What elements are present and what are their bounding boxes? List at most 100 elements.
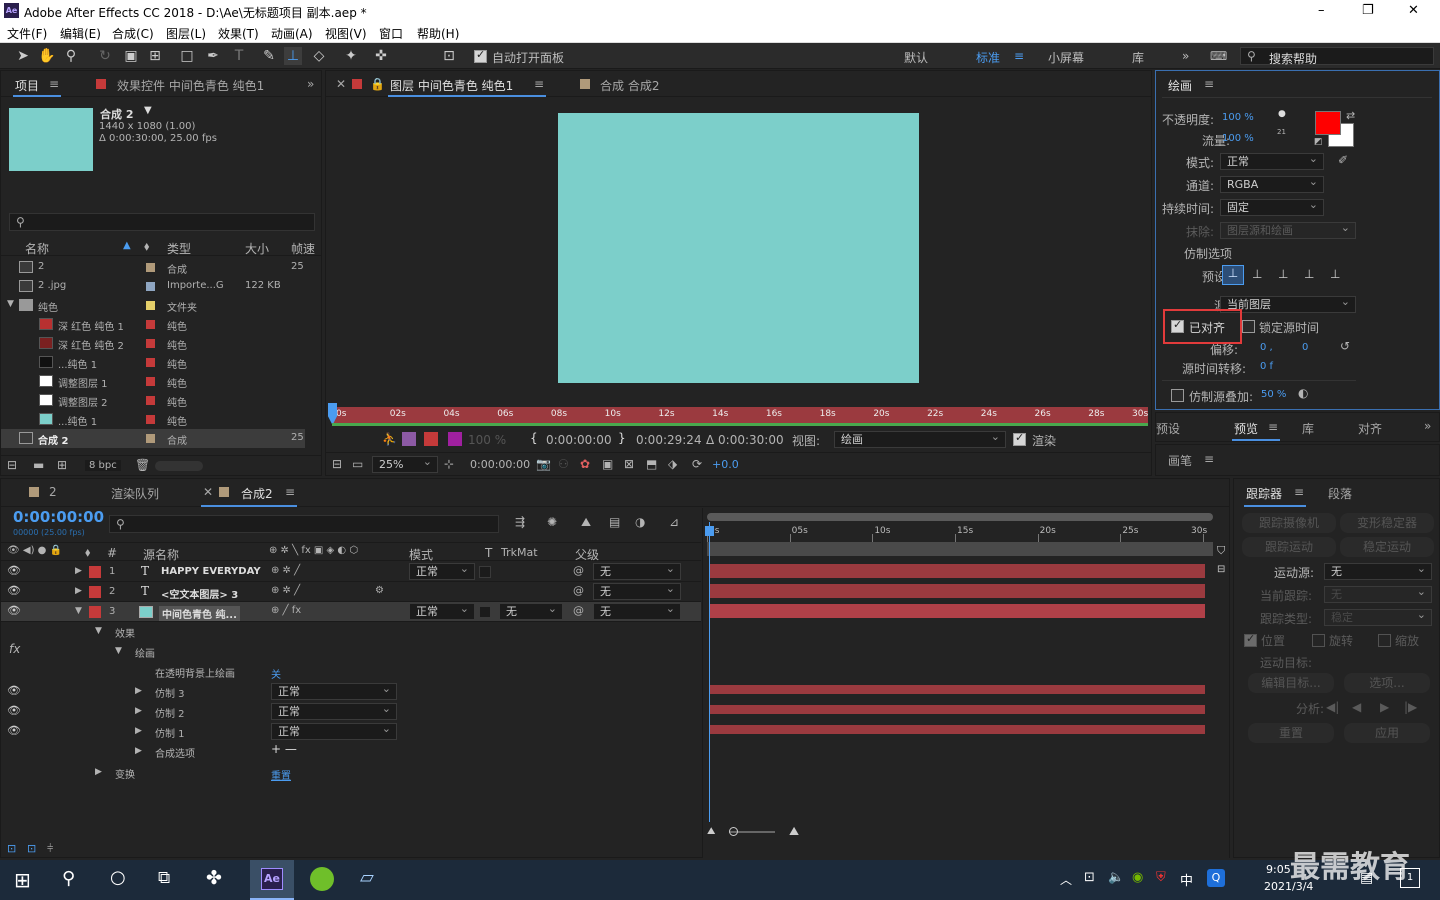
close-button[interactable]: ✕: [1408, 3, 1419, 18]
project-item-row[interactable]: ...纯色 1 纯色: [1, 353, 305, 372]
paint-on-transparent-value[interactable]: 关: [271, 666, 281, 681]
item-label-swatch[interactable]: [146, 301, 155, 310]
eye-icon[interactable]: 👁: [7, 584, 21, 597]
overflow-icon[interactable]: »: [1424, 419, 1431, 433]
layer-3-bar[interactable]: [709, 604, 1205, 618]
item-label-swatch[interactable]: [146, 396, 155, 405]
puppet-tool-icon[interactable]: ✜: [372, 47, 390, 65]
menu-edit[interactable]: 编辑(E): [60, 25, 101, 42]
clone-preset-1-icon[interactable]: ⊥: [1222, 265, 1244, 285]
camera-tool-icon[interactable]: ▣: [122, 47, 140, 65]
tab-effect-controls[interactable]: 效果控件 中间色青色 纯色1: [117, 77, 264, 94]
out-point-icon[interactable]: }: [618, 431, 626, 445]
always-preview-icon[interactable]: ⊟: [332, 457, 342, 471]
menu-window[interactable]: 窗口: [379, 25, 403, 42]
lock-source-time-checkbox[interactable]: [1242, 320, 1255, 333]
tab-comp-viewer[interactable]: 合成 合成2: [600, 77, 659, 94]
parent-dropdown[interactable]: 无: [593, 561, 681, 580]
thumbnail-slider[interactable]: [155, 461, 203, 471]
tab-layer-viewer[interactable]: 图层 中间色青色 纯色1: [390, 77, 513, 94]
selection-tool-icon[interactable]: ➤: [14, 47, 32, 65]
transform-twirl-icon[interactable]: ▶: [95, 767, 102, 777]
clone-2-bar[interactable]: [709, 705, 1205, 714]
fit-icon[interactable]: ⊹: [444, 457, 454, 471]
render-checkbox[interactable]: [1013, 431, 1026, 446]
transparency-grid-icon[interactable]: ⊠: [624, 457, 634, 471]
color-channels-icon[interactable]: ✿: [580, 457, 590, 471]
analyze-back-all-icon[interactable]: ◀|: [1326, 700, 1339, 714]
tab-render-queue[interactable]: 渲染队列: [111, 485, 159, 502]
in-point-timecode[interactable]: 0:00:00:00: [546, 433, 612, 447]
current-timecode[interactable]: 0:00:00:00: [470, 458, 530, 471]
tray-chevron-icon[interactable]: ︿: [1060, 871, 1072, 888]
project-item-row[interactable]: ▼ 纯色 文件夹: [1, 296, 305, 315]
alpha-icon[interactable]: [402, 432, 416, 446]
out-point-timecode[interactable]: 0:00:29:24: [636, 433, 702, 447]
reset-exposure-icon[interactable]: ⟳: [692, 457, 702, 471]
keyframe-nav-icon[interactable]: ⊟: [1217, 564, 1225, 575]
parent-dropdown[interactable]: 无: [593, 581, 681, 600]
new-folder-icon[interactable]: ▬: [33, 458, 44, 472]
hand-tool-icon[interactable]: ✋: [38, 47, 56, 65]
show-snapshot-icon[interactable]: ⚇: [558, 457, 569, 471]
security-shield-icon[interactable]: ⛨: [1156, 870, 1166, 885]
stabilize-motion-button[interactable]: 稳定运动: [1340, 537, 1434, 557]
layer-1-bar[interactable]: [709, 564, 1205, 578]
workspace-default[interactable]: 默认: [904, 49, 928, 66]
notepad-app-icon[interactable]: ▱: [360, 867, 374, 888]
layer-row[interactable]: 👁 ▶ 2 T <空文本图层> 3 ⊕ ✲ ╱ ⚙ @ 无: [1, 581, 701, 602]
pickwhip-icon[interactable]: @: [573, 584, 584, 597]
clone-preset-3-icon[interactable]: ⊥: [1278, 267, 1288, 281]
project-item-row[interactable]: ...纯色 1 纯色: [1, 410, 305, 429]
menu-help[interactable]: 帮助(H): [417, 25, 459, 42]
eraser-tool-icon[interactable]: ◇: [310, 47, 328, 65]
work-area-bar[interactable]: [707, 542, 1213, 556]
pen-tool-icon[interactable]: ✒: [204, 47, 222, 65]
layer-name[interactable]: <空文本图层> 3: [161, 586, 238, 601]
snap-icon[interactable]: ⊡: [440, 47, 458, 65]
clock-time[interactable]: 9:05: [1266, 863, 1291, 876]
col-source-name[interactable]: 源名称: [143, 546, 179, 563]
motion-source-dropdown[interactable]: 无: [1324, 561, 1432, 580]
channel-dropdown[interactable]: RGBA: [1220, 174, 1324, 193]
track-camera-button[interactable]: 跟踪摄像机: [1242, 513, 1336, 533]
item-label-swatch[interactable]: [146, 434, 155, 443]
clone-mode-dropdown[interactable]: 正常: [271, 701, 397, 720]
windows-start-icon[interactable]: ⊞: [14, 868, 31, 892]
draft-3d-icon[interactable]: ✺: [547, 515, 557, 529]
brush-menu-icon[interactable]: ≡: [1204, 452, 1214, 466]
delete-icon[interactable]: 🗑: [135, 458, 150, 472]
brush-tool-icon[interactable]: ✎: [260, 47, 278, 65]
magenta-icon[interactable]: [448, 432, 462, 446]
analyze-back-icon[interactable]: ◀: [1352, 700, 1361, 714]
label-column-icon[interactable]: ⬧: [85, 545, 90, 560]
layer-switches[interactable]: ⊕ ✲ ╱: [271, 565, 300, 576]
in-out-icon[interactable]: ⫩: [47, 842, 53, 856]
preserve-transparency-box[interactable]: [479, 566, 491, 578]
notification-icon[interactable]: ▤: [1360, 870, 1373, 886]
twirl-icon[interactable]: ▶: [135, 706, 142, 716]
maximize-button[interactable]: ❐: [1362, 3, 1374, 18]
tab-brushes[interactable]: 画笔: [1168, 452, 1192, 469]
sync-settings-icon[interactable]: ⌨: [1210, 49, 1227, 63]
col-name[interactable]: 名称: [25, 240, 49, 257]
tab-align[interactable]: 对齐: [1358, 420, 1382, 437]
warp-stabilizer-button[interactable]: 变形稳定器: [1340, 513, 1434, 533]
cortana-icon[interactable]: ○: [110, 867, 126, 888]
roto-brush-tool-icon[interactable]: ✦: [342, 47, 360, 65]
rotation-checkbox[interactable]: [1312, 634, 1325, 647]
paint-twirl-icon[interactable]: ▼: [115, 646, 122, 656]
workspace-library[interactable]: 库: [1132, 49, 1144, 66]
snapshot-icon[interactable]: 📷: [536, 457, 551, 471]
offset-x[interactable]: 0 ,: [1260, 342, 1273, 353]
switches-icons[interactable]: ⊕ ✲ ╲ fx ▣ ◈ ◐ ⬡: [269, 545, 358, 556]
pan-behind-tool-icon[interactable]: ⊞: [146, 47, 164, 65]
minimize-button[interactable]: –: [1318, 3, 1325, 18]
tab-presets[interactable]: 预设: [1156, 420, 1180, 437]
analyze-forward-icon[interactable]: ▶: [1380, 700, 1389, 714]
tracker-apply-button[interactable]: 应用: [1344, 723, 1430, 743]
zoom-out-icon[interactable]: ⛰: [707, 826, 715, 837]
zoom-slider-knob[interactable]: [729, 827, 738, 836]
clone-preset-5-icon[interactable]: ⊥: [1330, 267, 1340, 281]
puppet-icon[interactable]: ⛹: [382, 432, 397, 446]
